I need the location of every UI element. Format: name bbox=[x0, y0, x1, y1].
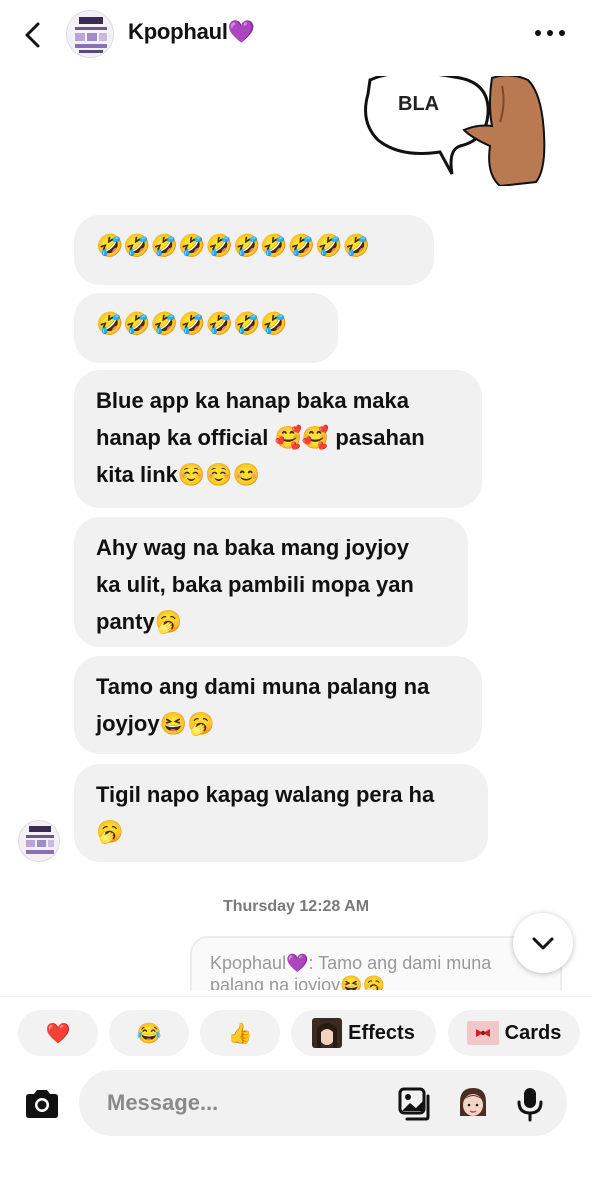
message-text: 🤣🤣🤣🤣🤣🤣🤣 bbox=[96, 311, 288, 336]
laugh-reaction-button[interactable]: 😂 bbox=[109, 1010, 189, 1056]
message-bubble[interactable]: 🤣🤣🤣🤣🤣🤣🤣 bbox=[74, 293, 338, 363]
message-line: joyjoy😆🥱 bbox=[96, 711, 215, 736]
message-line: Ahy wag na baka mang joyjoy bbox=[96, 535, 409, 560]
gift-card-icon bbox=[466, 1021, 499, 1045]
reply-quote-line: palang na joyjoy😆🥱 bbox=[210, 975, 385, 990]
message-line: kita link☺️☺️😊 bbox=[96, 462, 261, 487]
effects-label: Effects bbox=[348, 1021, 415, 1044]
message-bubble[interactable]: 🤣🤣🤣🤣🤣🤣🤣🤣🤣🤣 bbox=[74, 215, 434, 285]
microphone-icon[interactable] bbox=[515, 1086, 545, 1122]
contact-name[interactable]: Kpophaul💜 bbox=[128, 19, 255, 45]
message-bubble[interactable]: Tamo ang dami muna palang na joyjoy😆🥱 bbox=[74, 656, 482, 754]
message-line: 🥱 bbox=[96, 819, 124, 844]
camera-icon[interactable] bbox=[22, 1084, 62, 1124]
quick-reactions-bar: ❤️ 😂 👍 Effects Cards bbox=[0, 996, 592, 1062]
heart-icon: ❤️ bbox=[45, 1022, 71, 1045]
thumbs-up-icon: 👍 bbox=[227, 1022, 253, 1045]
sender-avatar[interactable] bbox=[18, 820, 60, 862]
sticker-text: BLA bbox=[398, 93, 439, 115]
avatar-sticker-icon[interactable] bbox=[457, 1086, 489, 1120]
sticker-message[interactable]: BLA bbox=[360, 74, 546, 186]
heart-reaction-button[interactable]: ❤️ bbox=[18, 1010, 98, 1056]
laughing-face-icon: 😂 bbox=[136, 1022, 162, 1045]
message-bubble[interactable]: Blue app ka hanap baka maka hanap ka off… bbox=[74, 370, 482, 508]
chevron-down-icon bbox=[532, 937, 554, 950]
chevron-left-icon[interactable] bbox=[18, 20, 48, 50]
message-input[interactable]: Message... bbox=[79, 1070, 567, 1136]
reply-quote-line: Kpophaul💜: Tamo ang dami muna bbox=[210, 953, 492, 973]
message-line: hanap ka official 🥰🥰 pasahan bbox=[96, 425, 425, 450]
message-line: Tamo ang dami muna palang na bbox=[96, 674, 430, 699]
contact-avatar[interactable] bbox=[66, 10, 114, 58]
scroll-to-bottom-button[interactable] bbox=[513, 913, 573, 973]
cards-button[interactable]: Cards bbox=[448, 1010, 580, 1056]
message-bubble[interactable]: Ahy wag na baka mang joyjoy ka ulit, bak… bbox=[74, 517, 468, 647]
message-timestamp: Thursday 12:28 AM bbox=[222, 898, 370, 915]
message-line: Blue app ka hanap baka maka bbox=[96, 388, 410, 413]
message-line: panty🥱 bbox=[96, 609, 183, 634]
message-line: Tigil napo kapag walang pera ha bbox=[96, 782, 435, 807]
cards-label: Cards bbox=[504, 1021, 562, 1044]
more-horizontal-icon[interactable] bbox=[532, 22, 568, 44]
chat-header: Kpophaul💜 bbox=[0, 0, 592, 76]
thumbs-up-reaction-button[interactable]: 👍 bbox=[200, 1010, 280, 1056]
reply-message[interactable]: Kpophaul💜: Tamo ang dami muna palang na … bbox=[190, 936, 562, 990]
message-text: 🤣🤣🤣🤣🤣🤣🤣🤣🤣🤣 bbox=[96, 233, 370, 258]
message-line: ka ulit, baka pambili mopa yan bbox=[96, 572, 414, 597]
reply-quote: Kpophaul💜: Tamo ang dami muna palang na … bbox=[190, 936, 562, 990]
message-composer: Message... bbox=[0, 1062, 592, 1200]
effects-button[interactable]: Effects bbox=[291, 1010, 436, 1056]
message-bubble[interactable]: Tigil napo kapag walang pera ha 🥱 bbox=[74, 764, 488, 862]
message-placeholder: Message... bbox=[107, 1090, 219, 1115]
gallery-icon[interactable] bbox=[397, 1086, 433, 1122]
effects-avatar-icon bbox=[312, 1018, 343, 1048]
